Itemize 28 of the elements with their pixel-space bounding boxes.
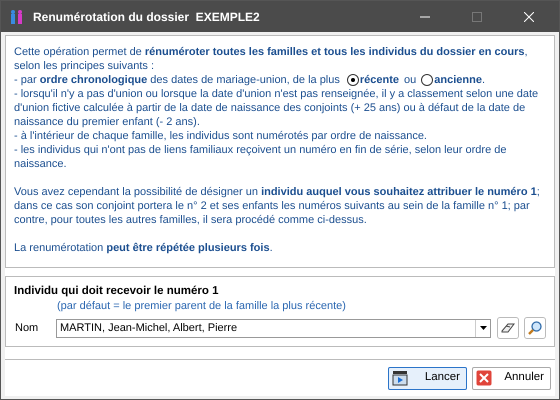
close-icon [524,12,534,22]
name-label: Nom [14,320,40,336]
cancel-button[interactable]: Annuler [472,366,551,390]
window-title: Renumérotation du dossier EXEMPLE2 [33,8,260,26]
search-button[interactable] [524,317,546,339]
hint-text: (par défaut = le premier parent de la famille la plus récente) [57,299,347,313]
description-text: - les individus qui n'ont pas de liens familiaux reçoivent un numéro en fin de série, selon leur ordre de naissance. [14,144,506,170]
maximize-icon [472,12,482,22]
description-text: Vous avez cependant la possibilité de désigner un individu auquel vous souhaitez attribuer le numéro 1; dans ce cas son conjoint portera le n° 2 et ses enfants les numéros suivants au sein de la famille n° 1; par contre, pour toutes les autres familles, il sera procédé comme ci-dessus. [14,186,540,226]
group-title: Individu qui doit recevoir le numéro 1 [14,284,220,299]
eraser-icon [501,322,515,334]
name-combobox[interactable]: MARTIN, Jean-Michel, Albert, Pierre [56,318,491,338]
description-text: - à l'intérieur de chaque famille, les individus sont numérotés par ordre de naissance. [14,130,427,142]
description-text: Cette opération permet de rénuméroter toutes les familles et tous les individus du dossier en cours, selon les principes suivants : [14,46,528,72]
description-text: - par ordre chronologique des dates de mariage-union, de la plus [14,73,340,87]
people-icon [9,8,25,24]
clapperboard-icon [392,370,408,386]
suffix-text: . [482,73,486,87]
launch-button[interactable]: Lancer [388,366,467,390]
connector-text: ou [404,73,416,87]
dropdown-icon [480,326,486,330]
description-text: La renumérotation peut être répétée plusieurs fois. [14,242,273,254]
eraser-button[interactable] [497,317,519,339]
order-radio[interactable]: ancienne [421,73,482,87]
order-radio[interactable]: récente [346,73,400,87]
close-icon [476,370,492,386]
search-icon [527,320,543,336]
description-text: - lorsqu'il n'y a pas d'union ou lorsque la date d'union n'est pas renseignée, il y a classement selon une date d'union fictive calculée à partir de la date de naissance des conjoints (+ 25 ans) ou à défaut de la date de naissance du premier enfant (- 2 ans). [14,88,538,128]
